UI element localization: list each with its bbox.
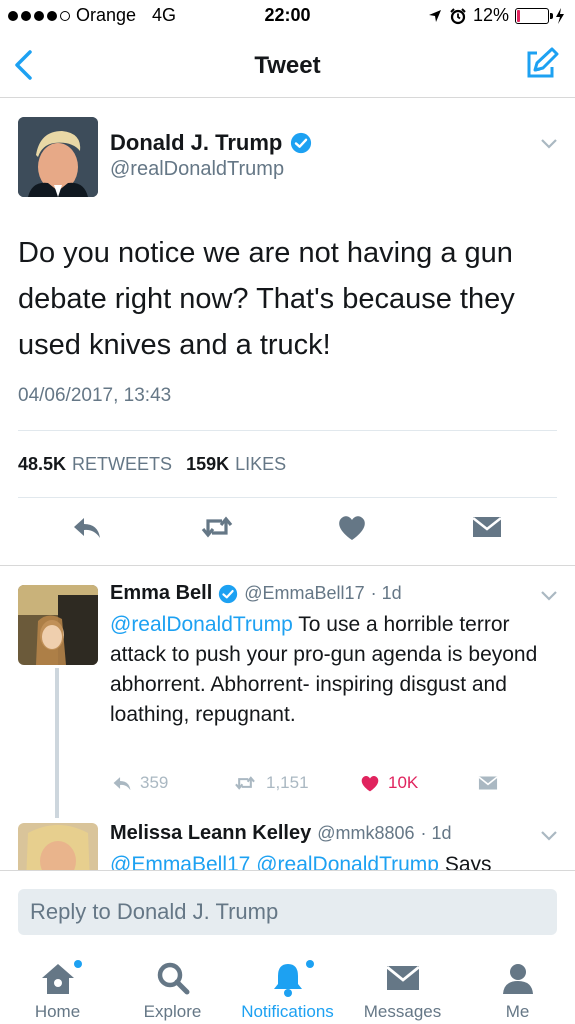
page-title: Tweet: [254, 52, 321, 79]
reply-author-handle[interactable]: @mmk8806: [317, 823, 414, 844]
tab-label: Explore: [143, 1002, 202, 1021]
charging-bolt-icon: [556, 7, 564, 24]
reply-options-chevron-icon[interactable]: [540, 590, 558, 602]
reply-author-handle[interactable]: @EmmaBell17: [244, 583, 364, 604]
battery-icon: [515, 7, 553, 24]
person-icon: [502, 964, 533, 994]
retweet-icon: [235, 776, 255, 790]
likes-label[interactable]: LIKES: [235, 454, 286, 475]
tweet-options-chevron-icon[interactable]: [540, 138, 558, 150]
alarm-icon: [450, 7, 466, 24]
tab-label: Home: [34, 1002, 81, 1021]
tab-explore[interactable]: Explore: [115, 958, 230, 1022]
reply-retweet-button[interactable]: 1,151: [230, 772, 309, 794]
reply-dm-button[interactable]: [476, 772, 500, 794]
reply-author-name[interactable]: Emma Bell: [110, 582, 212, 605]
reply-icon: [113, 777, 131, 791]
author-handle[interactable]: @realDonaldTrump: [110, 158, 284, 181]
tab-label: Me: [505, 1002, 530, 1021]
reply-time: · 1d: [420, 823, 452, 843]
bell-icon: [273, 964, 302, 997]
reply-mention[interactable]: @EmmaBell17 @realDonaldTrump: [110, 853, 439, 870]
status-bar: Orange 4G 22:00 12%: [0, 0, 575, 32]
envelope-icon: [385, 965, 420, 990]
tab-notifications[interactable]: Notifications: [230, 958, 345, 1022]
retweet-icon[interactable]: [200, 510, 234, 544]
tab-label: Notifications: [241, 1002, 334, 1021]
divider: [18, 497, 557, 498]
likes-count[interactable]: 159K: [186, 454, 229, 475]
tweet-text: Do you notice we are not having a gun de…: [18, 237, 515, 361]
status-right: 12%: [427, 5, 565, 26]
tweet-actions: [0, 510, 575, 550]
reply-composer: Reply to Donald J. Trump: [0, 870, 575, 952]
direct-message-icon: [478, 776, 498, 790]
location-arrow-icon: [428, 9, 441, 22]
reply-body: Says: [444, 853, 492, 870]
divider: [0, 565, 575, 566]
divider: [18, 430, 557, 431]
like-heart-icon[interactable]: [335, 510, 369, 544]
tab-label: Messages: [363, 1002, 442, 1021]
search-icon: [157, 962, 189, 995]
author-name-row[interactable]: Donald J. Trump: [110, 130, 312, 156]
retweets-label[interactable]: RETWEETS: [72, 454, 172, 475]
reply-header: Emma Bell @EmmaBell17 · 1d: [110, 582, 402, 605]
nav-bar: Tweet: [0, 32, 575, 98]
reply-avatar[interactable]: [18, 585, 98, 665]
tab-messages[interactable]: Messages: [345, 958, 460, 1022]
reply-header: Melissa Leann Kelley @mmk8806 · 1d: [110, 822, 452, 845]
retweets-count[interactable]: 48.5K: [18, 454, 66, 475]
home-notification-dot: [73, 960, 82, 968]
compose-icon[interactable]: [523, 46, 559, 82]
like-heart-icon: [361, 776, 379, 792]
battery-percent: 12%: [472, 5, 509, 25]
reply-count: 359: [140, 773, 169, 792]
tweet-timestamp: 04/06/2017, 13:43: [18, 385, 172, 406]
retweet-count: 1,151: [266, 773, 309, 792]
reply-time: · 1d: [370, 583, 402, 603]
like-count: 10K: [388, 773, 419, 792]
verified-badge-icon: [219, 584, 238, 603]
reply-icon[interactable]: [70, 510, 104, 544]
author-avatar[interactable]: [18, 117, 98, 197]
tab-me[interactable]: Me: [460, 958, 575, 1022]
reply-item[interactable]: Melissa Leann Kelley @mmk8806 · 1d @Emma…: [0, 820, 575, 870]
reply-avatar[interactable]: [18, 823, 98, 870]
reply-reply-button[interactable]: 359: [110, 772, 168, 794]
notifications-dot: [305, 960, 314, 968]
reply-text: @realDonaldTrump To use a horrible terro…: [110, 610, 540, 730]
reply-mention[interactable]: @realDonaldTrump: [110, 613, 293, 636]
tab-bar: Home Explore Notifications Messages Me: [0, 952, 575, 1024]
reply-actions: 359 1,151 10K: [110, 772, 510, 802]
reply-author-name[interactable]: Melissa Leann Kelley: [110, 822, 311, 845]
tab-home[interactable]: Home: [0, 958, 115, 1022]
reply-like-button[interactable]: 10K: [358, 772, 418, 794]
direct-message-icon[interactable]: [470, 510, 504, 544]
author-name[interactable]: Donald J. Trump: [110, 130, 282, 156]
verified-badge-icon: [291, 132, 312, 154]
thread-line: [55, 668, 59, 818]
reply-text: @EmmaBell17 @realDonaldTrump Says: [110, 850, 570, 870]
reply-options-chevron-icon[interactable]: [540, 830, 558, 842]
reply-input[interactable]: Reply to Donald J. Trump: [18, 889, 557, 935]
tweet-stats: 48.5K RETWEETS 159K LIKES: [18, 454, 286, 475]
home-icon: [41, 964, 74, 994]
